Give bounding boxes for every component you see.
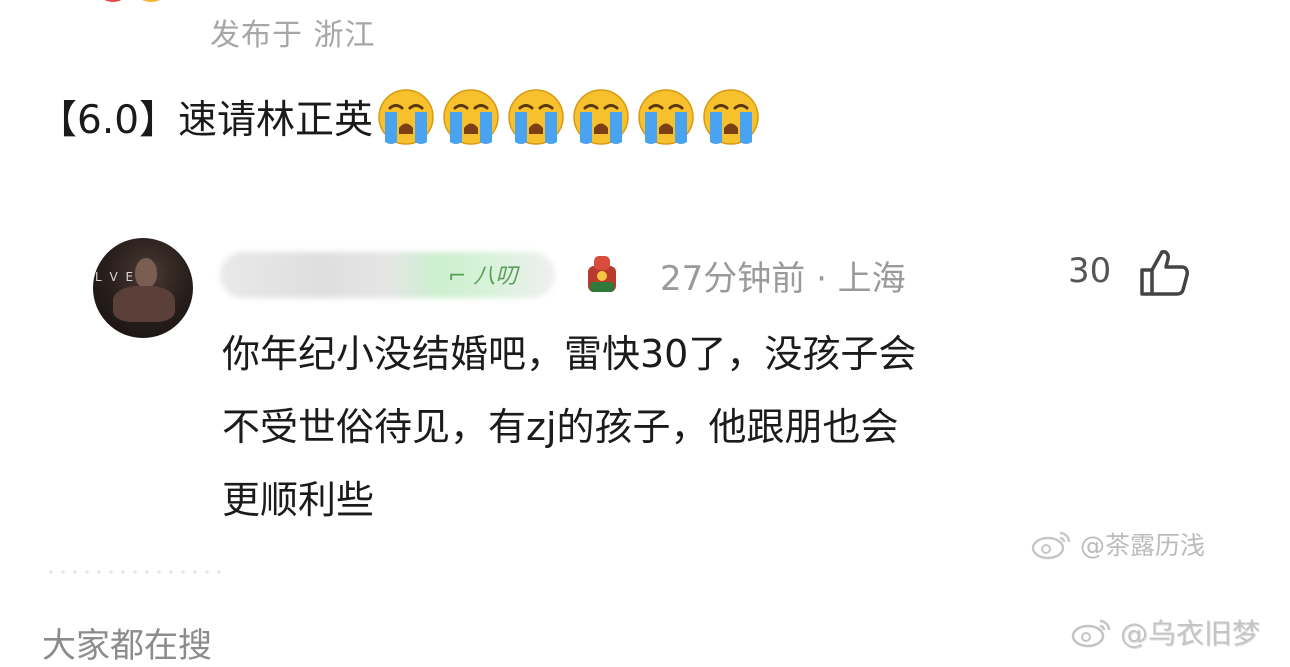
like-count: 30 — [1068, 251, 1112, 291]
post-score: 【6.0】 — [38, 98, 179, 143]
crying-face-icon — [443, 89, 499, 145]
reply-time-location: 27分钟前 · 上海 — [660, 259, 906, 299]
weibo-watermark: @乌衣旧梦 — [1070, 612, 1260, 652]
post-content: 【6.0】 速请林正英 — [38, 88, 760, 146]
post-location: 发布于 浙江 — [210, 18, 376, 53]
weibo-icon — [1071, 619, 1111, 648]
emoji-row — [377, 88, 760, 146]
divider — [45, 570, 225, 574]
weibo-icon — [1031, 531, 1071, 560]
watermark-text: @茶露历浅 — [1080, 531, 1206, 560]
watermark-text: @乌衣旧梦 — [1120, 617, 1261, 650]
avatar[interactable]: L V E — [93, 238, 193, 338]
crying-face-icon — [573, 89, 629, 145]
reply-line: 你年纪小没结婚吧，雷快30了，没孩子会 — [222, 332, 917, 376]
crying-face-icon — [508, 89, 564, 145]
reply-text: 你年纪小没结婚吧，雷快30了，没孩子会 不受世俗待见，有zj的孩子，他跟朋也会 … — [222, 318, 1222, 537]
reply-line: 不受世俗待见，有zj的孩子，他跟朋也会 — [222, 405, 899, 449]
crying-face-icon — [378, 89, 434, 145]
gift-badge-icon — [588, 256, 616, 292]
avatar-text: L V E — [95, 270, 136, 284]
like-thumb-icon[interactable] — [1138, 248, 1190, 298]
weibo-watermark: @茶露历浅 — [1030, 526, 1205, 562]
username-suffix-blurred: ⌐ 八叨 — [448, 264, 518, 289]
crying-face-icon — [638, 89, 694, 145]
trending-search-label[interactable]: 大家都在搜 — [42, 618, 212, 667]
cropped-emoji-remnant — [90, 0, 170, 4]
crying-face-icon — [703, 89, 759, 145]
post-body: 速请林正英 — [178, 98, 374, 143]
